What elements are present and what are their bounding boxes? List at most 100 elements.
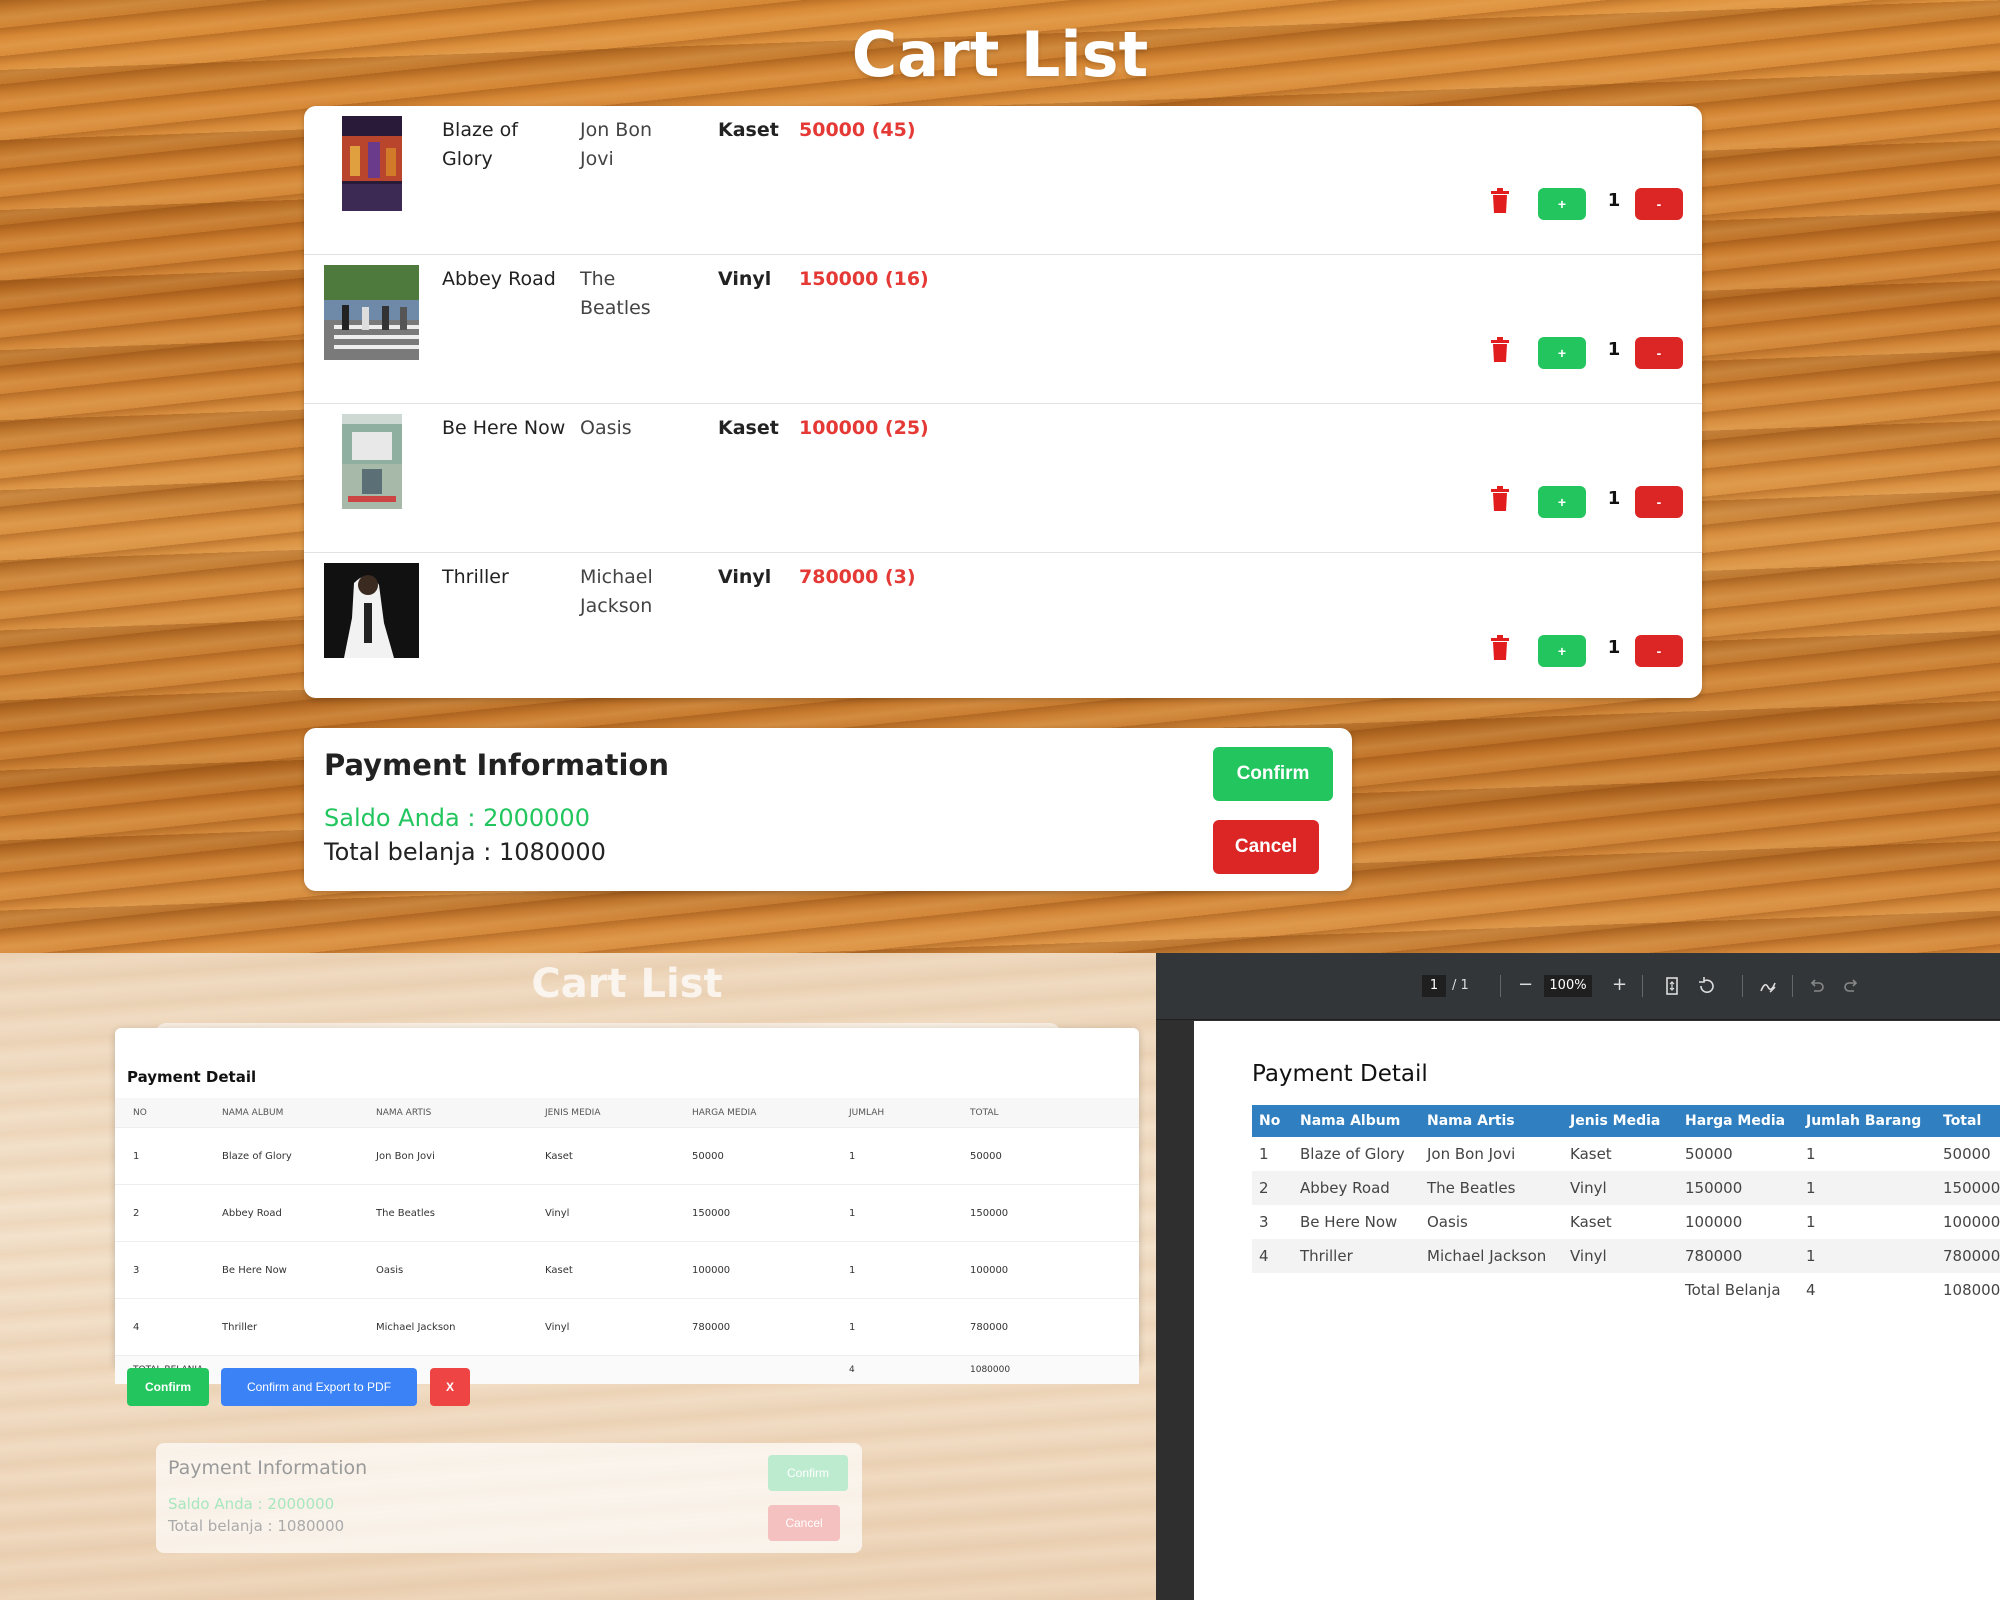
artist-name: Oasis: [580, 417, 632, 439]
table-row: 1 Blaze of Glory Jon Bon Jovi Kaset 50000 1 50…: [115, 1127, 1139, 1185]
cart-row: Abbey Road The Beatles Vinyl 150000 (16)…: [304, 255, 1702, 404]
cell: 50000: [952, 1127, 1139, 1185]
artist-name: Jon Bon Jovi: [580, 119, 653, 170]
table-row: 4 Thriller Michael Jackson Vinyl 780000 1 7800…: [115, 1298, 1139, 1356]
toolbar-divider: [1500, 975, 1501, 997]
total-value: 1080000: [952, 1355, 1139, 1384]
cell: Vinyl: [527, 1298, 674, 1356]
payment-information-card: Payment Information Saldo Anda : 2000000…: [304, 728, 1352, 891]
cell: Be Here Now: [204, 1241, 358, 1299]
album-cover-image: [324, 265, 419, 360]
total-value: 108000: [1943, 1281, 2000, 1299]
col-header: TOTAL: [952, 1098, 1139, 1128]
col-header: No: [1252, 1105, 1293, 1137]
redo-icon[interactable]: [1842, 975, 1862, 997]
album-cover-image: [342, 414, 402, 509]
cell: 4: [115, 1298, 204, 1356]
zoom-level-input[interactable]: 100%: [1544, 975, 1592, 997]
cell: 3: [115, 1241, 204, 1299]
balance-text: Saldo Anda : 2000000: [324, 804, 590, 832]
cell: Oasis: [1427, 1213, 1468, 1231]
cell: Abbey Road: [1293, 1171, 1420, 1205]
cell: 150000: [1678, 1171, 1799, 1205]
album-name: Abbey Road: [442, 268, 556, 290]
close-modal-button[interactable]: X: [430, 1368, 470, 1406]
quantity-value: 1: [1607, 488, 1621, 509]
cell: Thriller: [1293, 1239, 1420, 1273]
table-row: 2 Abbey Road The Beatles Vinyl 150000 1 150000: [115, 1184, 1139, 1242]
artist-name: The Beatles: [580, 268, 651, 319]
col-header: NAMA ALBUM: [204, 1098, 358, 1128]
price-stock: 50000 (45): [799, 119, 916, 141]
cell: 50000: [1685, 1145, 1733, 1163]
cell: 1: [831, 1184, 952, 1242]
cell: Blaze of Glory: [204, 1127, 358, 1185]
total-row: Total Belanja 4 108000: [1252, 1273, 2000, 1307]
pdf-payment-table: No Nama Album Nama Artis Jenis Media Har…: [1252, 1105, 2000, 1307]
cell: 1: [1799, 1239, 1936, 1273]
trash-icon[interactable]: [1490, 486, 1510, 512]
confirm-button[interactable]: Confirm: [1213, 747, 1333, 801]
trash-icon[interactable]: [1490, 635, 1510, 661]
toolbar-divider: [1792, 975, 1793, 997]
cell: 100000: [1943, 1213, 2000, 1231]
cell: Oasis: [358, 1241, 527, 1299]
confirm-export-pdf-button[interactable]: Confirm and Export to PDF: [221, 1368, 417, 1406]
cell: Kaset: [1570, 1145, 1612, 1163]
page-title: Cart List: [851, 18, 1149, 91]
increase-button[interactable]: +: [1538, 635, 1586, 667]
cell: 100000: [674, 1241, 831, 1299]
payment-title: Payment Information: [324, 748, 669, 782]
table-row: 1 Blaze of Glory Jon Bon Jovi Kaset 50000 1 50…: [1252, 1137, 2000, 1171]
cell: Thriller: [204, 1298, 358, 1356]
page-number-input[interactable]: 1: [1422, 975, 1446, 997]
cell: 780000: [1936, 1239, 2000, 1273]
album-name: Be Here Now: [442, 417, 566, 439]
media-type: Kaset: [718, 119, 779, 141]
cell: 2: [115, 1184, 204, 1242]
cell: 1: [115, 1127, 204, 1185]
pdf-title: Payment Detail: [1252, 1061, 1428, 1087]
trash-icon[interactable]: [1490, 337, 1510, 363]
rotate-icon[interactable]: [1696, 975, 1716, 997]
annotate-icon[interactable]: [1758, 975, 1778, 997]
fit-page-icon[interactable]: [1662, 975, 1682, 997]
cell: Michael Jackson: [1420, 1239, 1563, 1273]
cell: Vinyl: [527, 1184, 674, 1242]
cell: 1: [831, 1127, 952, 1185]
page-count: / 1: [1452, 978, 1469, 993]
trash-icon[interactable]: [1490, 188, 1510, 214]
cell: 1: [1259, 1145, 1269, 1163]
faded-balance-text: Saldo Anda : 2000000: [168, 1495, 335, 1513]
col-header: NO: [115, 1098, 204, 1128]
media-type: Vinyl: [718, 566, 772, 588]
cell: 1: [1806, 1213, 1816, 1231]
cell: 1: [1799, 1171, 1936, 1205]
cell: 150000: [674, 1184, 831, 1242]
cancel-button[interactable]: Cancel: [1213, 820, 1319, 874]
table-header-row: No Nama Album Nama Artis Jenis Media Har…: [1252, 1105, 2000, 1137]
cell: Jon Bon Jovi: [358, 1127, 527, 1185]
cart-row: Be Here Now Oasis Kaset 100000 (25) + 1 …: [304, 404, 1702, 553]
cell: 780000: [1678, 1239, 1799, 1273]
decrease-button[interactable]: -: [1635, 337, 1683, 369]
undo-icon[interactable]: [1806, 975, 1826, 997]
increase-button[interactable]: +: [1538, 188, 1586, 220]
pdf-page: Payment Detail No Nama Album Nama Artis …: [1194, 1021, 2000, 1600]
pdf-viewer: 1 / 1 − 100% + Payment Detail No Nama Al…: [1156, 953, 2000, 1600]
modal-confirm-button[interactable]: Confirm: [127, 1368, 209, 1406]
zoom-out-button[interactable]: −: [1518, 973, 1533, 997]
col-header: JENIS MEDIA: [527, 1098, 674, 1128]
decrease-button[interactable]: -: [1635, 486, 1683, 518]
cell: Kaset: [527, 1241, 674, 1299]
increase-button[interactable]: +: [1538, 337, 1586, 369]
total-label: Total Belanja: [1685, 1281, 1781, 1299]
decrease-button[interactable]: -: [1635, 635, 1683, 667]
increase-button[interactable]: +: [1538, 486, 1586, 518]
col-header: Jumlah Barang: [1799, 1105, 1936, 1137]
decrease-button[interactable]: -: [1635, 188, 1683, 220]
zoom-in-button[interactable]: +: [1612, 973, 1627, 997]
faded-payment-title: Payment Information: [168, 1457, 368, 1479]
faded-total-text: Total belanja : 1080000: [168, 1517, 345, 1535]
cell: The Beatles: [358, 1184, 527, 1242]
